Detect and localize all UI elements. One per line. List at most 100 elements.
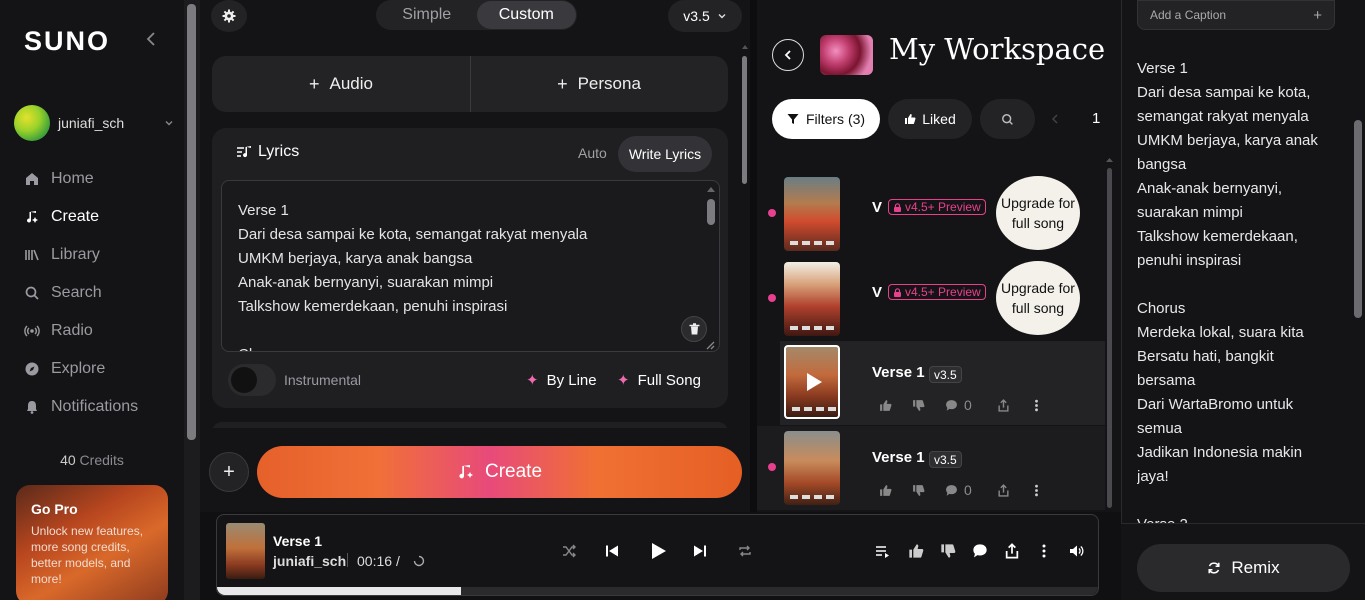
sparkle-icon: ✦ — [617, 372, 630, 389]
workspace-search-button[interactable] — [980, 99, 1035, 139]
lyrics-scroll-up-icon[interactable] — [707, 186, 715, 194]
page-number[interactable]: 1 — [1092, 110, 1100, 127]
lyrics-textarea[interactable]: Verse 1 Dari desa sampai ke kota, semang… — [221, 180, 720, 352]
sidebar-item-home[interactable]: Home — [24, 167, 94, 191]
filters-button[interactable]: Filters (3) — [772, 99, 880, 139]
prev-page-icon[interactable] — [1050, 112, 1060, 126]
queue-icon — [876, 546, 889, 558]
suno-logo[interactable]: SUNO — [24, 26, 110, 57]
upgrade-button[interactable]: Upgrade for full song — [996, 261, 1080, 335]
credits-counter[interactable]: 40 Credits — [0, 452, 184, 468]
more-options-button[interactable] — [1036, 543, 1052, 559]
song-row[interactable]: V v4.5+ Preview Upgrade for full song — [757, 172, 1105, 256]
write-lyrics-tab[interactable]: Write Lyrics — [618, 136, 712, 172]
next-button[interactable] — [692, 543, 708, 559]
add-persona-button[interactable]: + Persona — [470, 56, 728, 112]
go-pro-card[interactable]: Go Pro Unlock new features, more song cr… — [16, 485, 168, 600]
collapse-sidebar-icon[interactable] — [144, 30, 158, 48]
song-title[interactable]: V — [872, 199, 882, 216]
sidebar-item-create[interactable]: Create — [24, 205, 99, 229]
skip-back-icon — [606, 545, 618, 557]
volume-button[interactable] — [1068, 543, 1084, 559]
repeat-icon — [739, 545, 751, 557]
search-icon — [25, 286, 39, 300]
comment-icon — [973, 544, 987, 558]
sidebar-item-search[interactable]: Search — [24, 281, 102, 305]
previous-button[interactable] — [604, 543, 620, 559]
sidebar-item-library[interactable]: Library — [24, 243, 100, 267]
song-title[interactable]: Verse 1 — [872, 449, 925, 466]
song-cover[interactable] — [784, 262, 840, 336]
song-cover[interactable] — [784, 431, 840, 505]
more-options-button[interactable]: + — [209, 452, 249, 492]
settings-button[interactable] — [211, 0, 247, 32]
share-button[interactable] — [1004, 543, 1020, 559]
sidebar-item-label: Search — [51, 284, 102, 301]
lyrics-scrollbar-thumb[interactable] — [707, 199, 715, 225]
song-row[interactable]: Verse 1 v3.5 0 — [780, 341, 1105, 425]
dislike-button[interactable] — [912, 399, 945, 412]
player-cover[interactable] — [226, 523, 265, 579]
add-audio-button[interactable]: + Audio — [212, 56, 470, 112]
song-row[interactable]: V v4.5+ Preview Upgrade for full song — [757, 257, 1105, 341]
generate-full-song-button[interactable]: ✦ Full Song — [617, 371, 701, 390]
workspace-back-button[interactable] — [772, 39, 804, 71]
more-options-button[interactable] — [1030, 484, 1063, 497]
instrumental-toggle[interactable] — [228, 364, 276, 396]
mode-toggle: Simple Custom — [376, 0, 577, 30]
create-button[interactable]: Create — [257, 446, 742, 498]
clear-lyrics-button[interactable] — [681, 316, 707, 342]
playback-progress-fill — [217, 587, 462, 595]
share-icon — [998, 483, 1009, 497]
like-button[interactable] — [879, 399, 912, 412]
more-options-button[interactable] — [1030, 399, 1063, 412]
user-menu[interactable]: juniafi_sch — [14, 104, 174, 142]
song-cover[interactable] — [784, 177, 840, 251]
create-scrollbar-thumb[interactable] — [742, 56, 747, 184]
compass-icon — [25, 362, 39, 376]
remix-button[interactable]: Remix — [1137, 544, 1350, 592]
workspace-scroll-up-icon[interactable] — [1106, 157, 1113, 163]
like-button[interactable] — [908, 543, 924, 559]
main-scrollbar-thumb[interactable] — [187, 4, 196, 440]
repeat-button[interactable] — [737, 543, 753, 559]
queue-button[interactable] — [875, 543, 891, 559]
dislike-button[interactable] — [940, 543, 956, 559]
player-artist[interactable]: juniafi_sch — [273, 553, 346, 569]
detail-scrollbar-thumb[interactable] — [1354, 120, 1362, 318]
lyrics-auto-tab[interactable]: Auto — [578, 145, 607, 161]
share-button[interactable] — [997, 483, 1030, 497]
like-button[interactable] — [879, 484, 912, 497]
song-row[interactable]: Verse 1 v3.5 0 — [757, 426, 1105, 510]
play-icon[interactable] — [807, 373, 822, 391]
mode-custom[interactable]: Custom — [476, 1, 576, 29]
sidebar-item-explore[interactable]: Explore — [24, 357, 105, 381]
shuffle-button[interactable] — [561, 543, 577, 559]
song-title[interactable]: Verse 1 — [872, 364, 925, 381]
upgrade-button[interactable]: Upgrade for full song — [996, 176, 1080, 250]
share-button[interactable] — [997, 398, 1030, 412]
add-caption-field[interactable]: Add a Caption + — [1137, 0, 1335, 30]
mode-simple[interactable]: Simple — [377, 1, 477, 29]
create-scroll-up-icon[interactable] — [742, 44, 748, 50]
comments-button[interactable] — [972, 543, 988, 559]
song-title[interactable]: V — [872, 284, 882, 301]
sidebar-item-label: Library — [51, 246, 100, 263]
liked-label: Liked — [922, 111, 956, 127]
sidebar-item-radio[interactable]: Radio — [24, 319, 93, 343]
resize-handle-icon[interactable] — [705, 340, 715, 350]
liked-filter-button[interactable]: Liked — [888, 99, 972, 139]
workspace-scrollbar-thumb[interactable] — [1107, 168, 1112, 508]
sidebar-item-notifications[interactable]: Notifications — [24, 395, 138, 419]
comments-button[interactable]: 0 — [945, 397, 997, 413]
song-cover[interactable] — [784, 345, 840, 419]
more-vertical-icon — [1042, 544, 1046, 558]
dislike-button[interactable] — [912, 484, 945, 497]
comments-button[interactable]: 0 — [945, 482, 997, 498]
player-time: 00:16 / — [357, 553, 400, 569]
play-button[interactable] — [648, 541, 668, 561]
playback-progress[interactable] — [217, 587, 1098, 595]
player-song-title[interactable]: Verse 1 — [273, 533, 322, 549]
model-version-select[interactable]: v3.5 — [668, 0, 742, 32]
generate-by-line-button[interactable]: ✦ By Line — [526, 371, 597, 390]
